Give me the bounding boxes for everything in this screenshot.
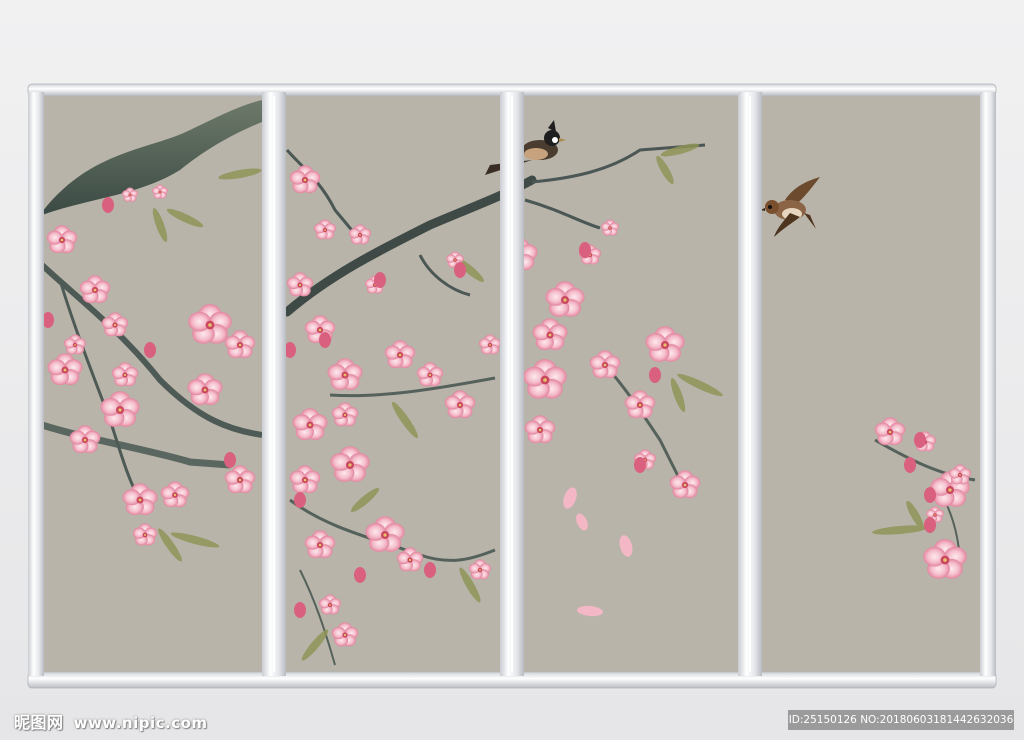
blossom-bud [649, 367, 661, 383]
watermark-brand: 昵图网 www.nipic.com [14, 709, 208, 733]
blossom-bud [224, 452, 236, 468]
blossom-bud [294, 492, 306, 508]
blossom-bud [924, 517, 936, 533]
frame-left-post [28, 92, 44, 676]
blossom-bud [914, 432, 926, 448]
watermark-brand-name: 昵图网 [14, 713, 64, 732]
blossom-bud [579, 242, 591, 258]
blossom-bud [319, 332, 331, 348]
blossom-bud [634, 457, 646, 473]
blossom-bud [904, 457, 916, 473]
blossom-bud [424, 562, 436, 578]
watermark-id-label: ID:25150126 NO:20180603181442632036 [788, 710, 1014, 730]
blossom-bud [374, 272, 386, 288]
frame-right-post [980, 92, 996, 676]
watermark-url: www.nipic.com [73, 714, 208, 732]
blossom-bud [454, 262, 466, 278]
mural-scene [27, 83, 997, 689]
blossom-bud [924, 487, 936, 503]
blossom-bud [144, 342, 156, 358]
blossom-bud [102, 197, 114, 213]
blossom-bud [354, 567, 366, 583]
blossom-bud [294, 602, 306, 618]
